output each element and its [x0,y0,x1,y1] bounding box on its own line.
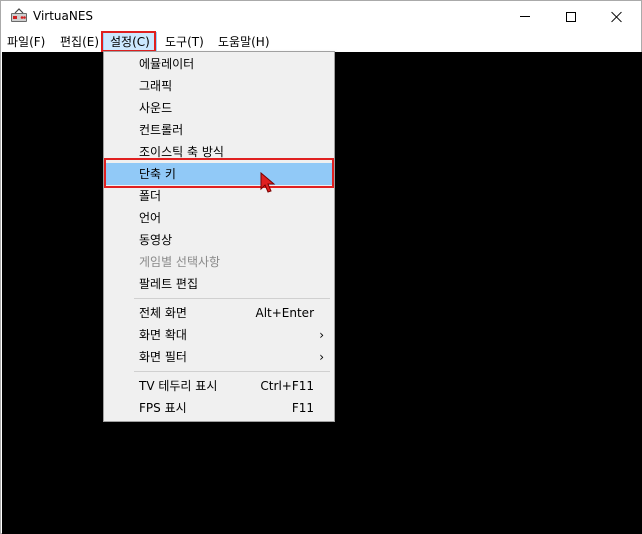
menu-item-label: 전체 화면 [139,306,187,320]
mouse-pointer-icon [260,172,276,193]
title-bar: VirtuaNES [1,1,641,32]
menu-item-label: 폴더 [139,189,162,203]
menu-item-shortcut: Ctrl+F11 [260,379,314,393]
menu-item-fps-display[interactable]: FPS 표시 F11 [106,397,332,419]
menu-file[interactable]: 파일(F) [1,32,51,52]
menu-item-label: 조이스틱 축 방식 [139,145,224,159]
menu-item-shortcut: F11 [291,401,314,415]
menu-item-label: 화면 확대 [139,328,187,342]
menu-item-label: 동영상 [139,233,173,247]
window-title: VirtuaNES [33,9,94,23]
menu-item-label: 언어 [139,211,162,225]
menu-item-folder[interactable]: 폴더 [106,185,332,207]
minimize-button[interactable] [502,1,548,32]
menu-item-zoom[interactable]: 화면 확대 › [106,324,332,346]
menu-item-shortcut-keys[interactable]: 단축 키 [106,163,332,185]
menu-item-label: 에뮬레이터 [139,57,195,71]
menu-separator [134,371,330,372]
virtuanes-app-icon [11,8,27,22]
submenu-arrow-icon: › [319,328,324,342]
close-icon [611,11,623,23]
menu-bar: 파일(F) 편집(E) 설정(C) 도구(T) 도움말(H) [1,32,641,52]
menu-item-label: 컨트롤러 [139,123,184,137]
menu-item-label: 단축 키 [139,167,176,181]
maximize-icon [566,11,576,22]
menu-item-screen-filter[interactable]: 화면 필터 › [106,346,332,368]
menu-item-controller[interactable]: 컨트롤러 [106,119,332,141]
menu-item-game-options: 게임별 선택사항 [106,251,332,273]
menu-edit[interactable]: 편집(E) [54,32,105,52]
close-button[interactable] [594,1,640,32]
menu-item-sound[interactable]: 사운드 [106,97,332,119]
menu-item-label: 게임별 선택사항 [139,255,221,269]
menu-item-label: 화면 필터 [139,350,187,364]
menu-item-label: FPS 표시 [139,401,187,415]
menu-item-label: 사운드 [139,101,173,115]
menu-item-label: TV 테두리 표시 [139,379,218,393]
menu-settings[interactable]: 설정(C) [103,32,157,52]
menu-item-joystick-axis[interactable]: 조이스틱 축 방식 [106,141,332,163]
menu-item-palette-edit[interactable]: 팔레트 편집 [106,273,332,295]
menu-item-emulator[interactable]: 에뮬레이터 [106,53,332,75]
menu-tools[interactable]: 도구(T) [159,32,210,52]
menu-item-fullscreen[interactable]: 전체 화면 Alt+Enter [106,302,332,324]
settings-dropdown: 에뮬레이터 그래픽 사운드 컨트롤러 조이스틱 축 방식 단축 키 폴더 언어 … [103,51,335,422]
menu-item-shortcut: Alt+Enter [255,306,314,320]
menu-separator [134,298,330,299]
menu-item-label: 팔레트 편집 [139,277,199,291]
submenu-arrow-icon: › [319,350,324,364]
minimize-icon [520,16,530,17]
menu-item-graphics[interactable]: 그래픽 [106,75,332,97]
menu-item-label: 그래픽 [139,79,173,93]
menu-item-tv-border[interactable]: TV 테두리 표시 Ctrl+F11 [106,375,332,397]
menu-item-video[interactable]: 동영상 [106,229,332,251]
maximize-button[interactable] [548,1,594,32]
menu-item-language[interactable]: 언어 [106,207,332,229]
menu-help[interactable]: 도움말(H) [212,32,276,52]
